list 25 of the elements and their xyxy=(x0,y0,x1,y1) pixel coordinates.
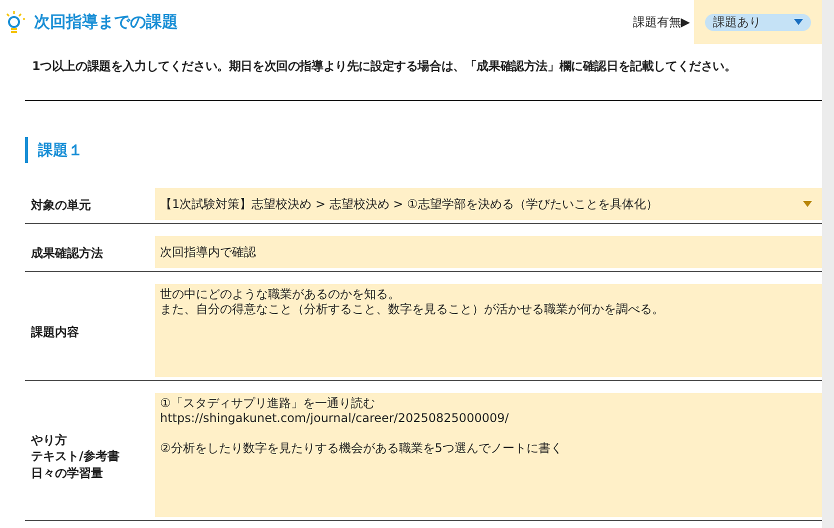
textarea-field[interactable]: ①「スタディサプリ進路」を一通り読む https://shingakunet.com/journal/career/20250825000009/ ②分析をしたり数字を見たりする機会がある職業を5つ選んでノートに書く xyxy=(155,393,822,517)
textarea-field[interactable]: 世の中にどのような職業があるのかを知る。 また、自分の得意なこと（分析すること、数字を見ること）が活かせる職業が何かを調べる。 xyxy=(155,284,822,377)
scrollbar-track[interactable] xyxy=(822,0,834,528)
field-label: やり方 xyxy=(31,432,68,448)
field-label: 課題内容 xyxy=(31,324,80,340)
lightbulb-icon xyxy=(4,10,26,34)
field-label: 対象の単元 xyxy=(31,197,92,214)
instruction-text: 1つ以上の課題を入力してください。期日を次回の指導より先に設定する場合は、「成果確認方法」欄に確認日を記載してください。 xyxy=(32,58,738,75)
field-text: また、自分の得意なこと（分析すること、数字を見ること）が活かせる職業が何かを調べる。 xyxy=(160,302,664,317)
field-text: ②分析をしたり数字を見たりする機会がある職業を5つ選んでノートに書く xyxy=(160,441,562,456)
caret-icon xyxy=(794,19,803,25)
page-title: 次回指導までの課題 xyxy=(34,12,179,32)
toggle-label: 課題有無▶ xyxy=(632,14,690,30)
unit-select[interactable]: 【1次試験対策】志望校決め > 志望校決め > ①志望学部を決める（学びたいことを具体化） xyxy=(155,188,822,220)
field-text: 【1次試験対策】志望校決め > 志望校決め > ①志望学部を決める（学びたいことを具体化） xyxy=(160,196,658,212)
field-label: 成果確認方法 xyxy=(31,245,104,262)
field-label: 日々の学習量 xyxy=(31,464,104,481)
field-text: ①「スタディサプリ進路」を一通り読む xyxy=(160,396,375,411)
field-label: テキスト/参考書 xyxy=(31,448,120,465)
field-text: 世の中にどのような職業があるのかを知る。 xyxy=(160,287,400,302)
input-field[interactable]: 次回指導内で確認 xyxy=(155,236,822,268)
task-select[interactable]: 課題あり xyxy=(705,14,811,30)
caret-icon xyxy=(803,201,812,207)
field-text: 次回指導内で確認 xyxy=(160,244,256,260)
field-text: https://shingakunet.com/journal/career/20250825000009/ xyxy=(160,411,509,426)
